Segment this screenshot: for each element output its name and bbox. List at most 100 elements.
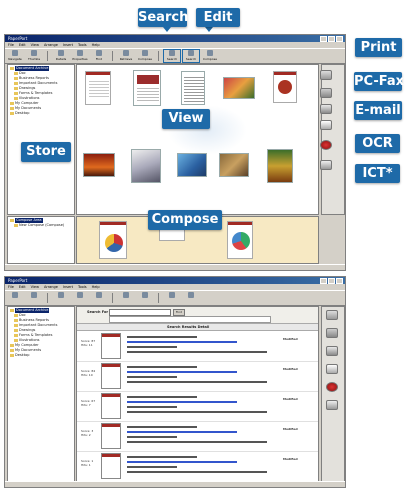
search-toolbar-button[interactable] xyxy=(164,292,180,304)
thumbs-button[interactable] xyxy=(26,292,42,304)
search-results-pane[interactable]: Search For Find Search Results Detail Sc… xyxy=(76,306,319,482)
result-location-link[interactable] xyxy=(127,431,237,433)
document-thumbnail[interactable] xyxy=(273,71,297,103)
thumbnail-view-pane[interactable] xyxy=(76,64,319,215)
find-button[interactable] xyxy=(91,292,107,304)
email-icon[interactable] xyxy=(320,104,332,114)
folder-icon xyxy=(14,323,18,327)
result-thumbnail[interactable] xyxy=(101,423,121,449)
details-icon xyxy=(58,292,64,298)
search-options-input[interactable] xyxy=(109,316,271,323)
photo-thumbnail[interactable] xyxy=(131,149,161,183)
compose-toolbar-button[interactable] xyxy=(137,292,153,304)
result-text-line xyxy=(127,351,267,353)
tree-item-label: Important Documents xyxy=(19,81,58,85)
search-result-row[interactable]: Score: 1 Hits: 1 Modified xyxy=(77,451,318,481)
photo-thumbnail[interactable] xyxy=(177,153,207,177)
result-thumbnail[interactable] xyxy=(101,393,121,419)
results-header: Search Results Detail xyxy=(77,324,318,331)
search-result-row[interactable]: Score: 84 Hits: 10 Modified xyxy=(77,361,318,392)
find-button[interactable]: Find xyxy=(91,50,107,62)
fax-icon[interactable] xyxy=(320,88,332,98)
callout-store: Store xyxy=(21,142,71,162)
result-text-line xyxy=(127,376,177,378)
properties-button[interactable] xyxy=(72,292,88,304)
result-text-line xyxy=(127,436,177,438)
folder-icon xyxy=(14,223,18,227)
result-location-link[interactable] xyxy=(127,401,237,403)
photo-thumbnail[interactable] xyxy=(83,153,115,177)
result-location-link[interactable] xyxy=(127,371,237,373)
folder-icon xyxy=(14,96,18,100)
retrieve-button[interactable]: Retrieve xyxy=(118,50,134,62)
photo-thumbnail[interactable] xyxy=(223,77,255,99)
document-thumbnail[interactable] xyxy=(133,70,161,106)
search-result-row[interactable]: Score: 87 Hits: 11 Modified xyxy=(77,331,318,362)
scanner-app-icon[interactable] xyxy=(320,160,332,170)
result-location-link[interactable] xyxy=(127,461,237,463)
result-text-line xyxy=(127,381,267,383)
result-text-line xyxy=(127,346,177,348)
email-icon[interactable] xyxy=(326,346,338,356)
folder-tree[interactable]: Document Archive Doc Business Reports Im… xyxy=(7,64,75,215)
search-for-label: Search For xyxy=(87,310,109,314)
retrieve-button[interactable] xyxy=(118,292,134,304)
result-hits-text: Hits: 10 xyxy=(81,373,93,377)
compose-label: Compose xyxy=(137,57,152,61)
ocr-icon[interactable] xyxy=(320,120,332,130)
result-text-line xyxy=(127,471,267,473)
folder-tree[interactable]: Document Archive Doc Business Reports Im… xyxy=(7,306,75,482)
tree-item-label: Important Documents xyxy=(19,323,58,327)
result-score: Score: 84 Hits: 10 xyxy=(81,369,95,377)
edit-toolbar-button[interactable] xyxy=(183,292,199,304)
compose-toolbar-button[interactable]: Compose xyxy=(137,50,153,62)
result-modified-date: Modified xyxy=(283,427,298,431)
tree-item[interactable]: Desktop xyxy=(10,353,72,358)
tree-item[interactable]: Desktop xyxy=(10,111,72,116)
callout-view: View xyxy=(162,109,210,129)
edit-toolbar-button[interactable]: Search xyxy=(182,49,200,63)
printer-icon[interactable] xyxy=(320,70,332,80)
details-button[interactable]: Details xyxy=(53,50,69,62)
compose-tree-item[interactable]: New Compose (Compose) xyxy=(10,223,72,228)
ict-icon[interactable] xyxy=(326,382,338,392)
result-hits-text: Hits: 11 xyxy=(81,343,93,347)
results-list: Score: 87 Hits: 11 Modified Score: 84 Hits: … xyxy=(77,331,318,481)
thumbs-button[interactable]: Thumbs xyxy=(26,50,42,62)
search-input[interactable] xyxy=(109,309,171,316)
result-location-link[interactable] xyxy=(127,341,237,343)
navigate-button[interactable]: Navigate xyxy=(7,50,23,62)
result-thumbnail-header xyxy=(102,364,120,367)
printer-icon[interactable] xyxy=(326,310,338,320)
navigate-icon xyxy=(12,292,18,298)
search-result-row[interactable]: Score: 3 Hits: 2 Modified xyxy=(77,421,318,452)
folder-icon xyxy=(14,76,18,80)
compose-tree[interactable]: Compose Area New Compose (Compose) xyxy=(7,216,75,264)
compose-page-thumbnail[interactable] xyxy=(227,221,253,259)
fax-icon[interactable] xyxy=(326,328,338,338)
find-icon xyxy=(96,50,102,56)
photo-thumbnail[interactable] xyxy=(219,153,249,177)
result-modified-date: Modified xyxy=(283,367,298,371)
find-button[interactable]: Find xyxy=(173,309,185,316)
document-thumbnail[interactable] xyxy=(181,71,205,105)
photo-thumbnail[interactable] xyxy=(267,149,293,183)
scanner-app-icon[interactable] xyxy=(326,400,338,410)
result-thumbnail[interactable] xyxy=(101,363,121,389)
search-toolbar-button[interactable]: Search xyxy=(163,49,181,63)
find-icon xyxy=(96,292,102,298)
details-button[interactable] xyxy=(53,292,69,304)
navigate-button[interactable] xyxy=(7,292,23,304)
ocr-icon[interactable] xyxy=(326,364,338,374)
ict-icon[interactable] xyxy=(320,140,332,150)
result-thumbnail[interactable] xyxy=(101,333,121,359)
result-thumbnail[interactable] xyxy=(101,453,121,479)
folder-icon xyxy=(10,111,14,115)
compose-toolbar-button-2[interactable]: Compose xyxy=(202,50,218,62)
compose-page-thumbnail[interactable] xyxy=(99,221,127,259)
document-thumbnail[interactable] xyxy=(85,71,111,105)
tree-item-label: Doc xyxy=(19,313,26,317)
compose-label-2: Compose xyxy=(202,57,217,61)
search-result-row[interactable]: Score: 67 Hits: 7 Modified xyxy=(77,391,318,422)
properties-button[interactable]: Properties xyxy=(72,50,88,62)
